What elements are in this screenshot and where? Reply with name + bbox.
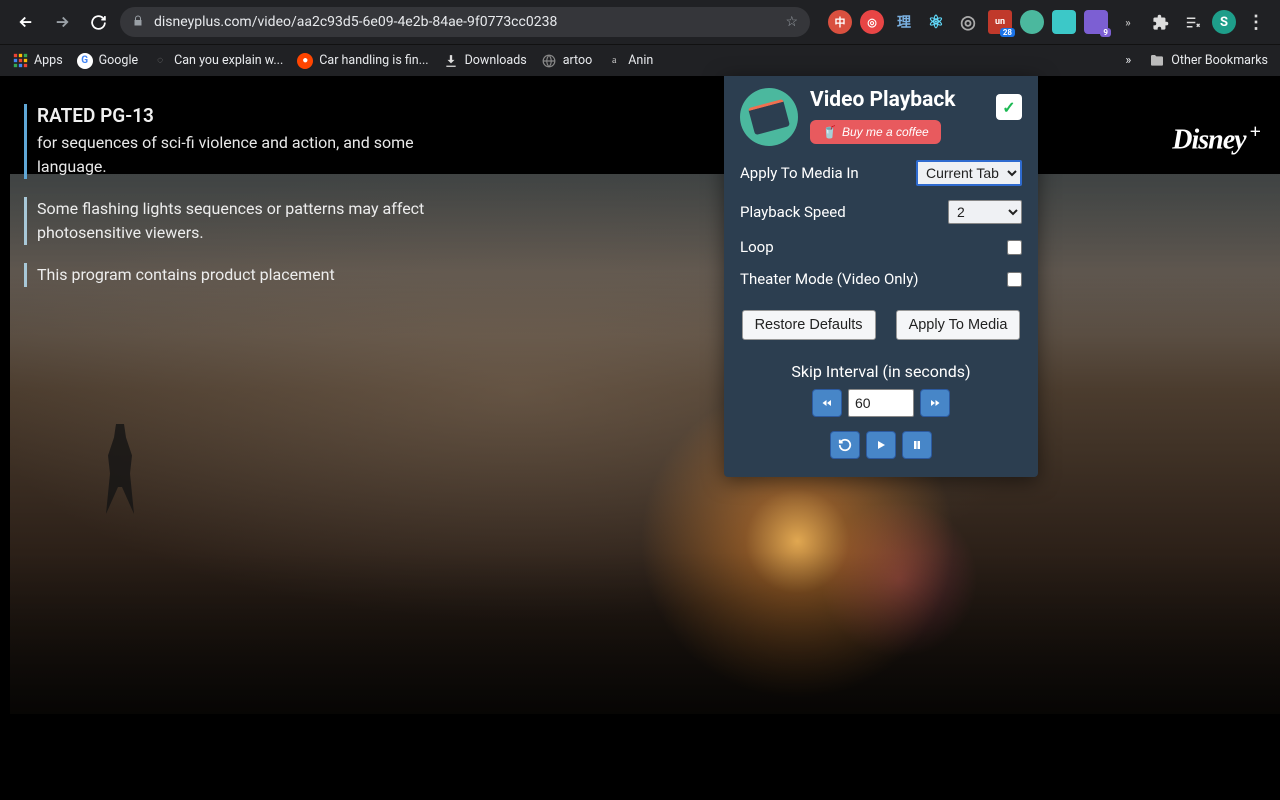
photosensitivity-warning: Some flashing lights sequences or patter… [24, 197, 464, 245]
popup-title: Video Playback [810, 88, 1022, 112]
video-playback-extension-icon[interactable] [1020, 10, 1044, 34]
speed-label: Playback Speed [740, 203, 846, 221]
extension-icon[interactable]: 9 [1084, 10, 1108, 34]
content-rating-overlay: RATED PG-13 for sequences of sci-fi viol… [24, 104, 464, 305]
other-bookmarks[interactable]: Other Bookmarks [1149, 53, 1268, 69]
bookmark-label: Car handling is fin... [319, 53, 428, 68]
bookmark-label: Apps [34, 53, 63, 68]
lock-icon [132, 15, 144, 30]
google-favicon: G [77, 53, 93, 69]
disney-plus-logo: Disney+ [1172, 121, 1260, 156]
skip-interval-label: Skip Interval (in seconds) [740, 362, 1022, 381]
forward-button[interactable] [48, 8, 76, 36]
restart-button[interactable] [830, 431, 860, 459]
extension-enabled-toggle[interactable]: ✓ [996, 94, 1022, 120]
coffee-icon: 🥤 [822, 125, 837, 139]
video-player-area[interactable]: RATED PG-13 for sequences of sci-fi viol… [0, 76, 1280, 800]
extension-logo [740, 88, 798, 146]
extension-icon[interactable]: un28 [988, 10, 1012, 34]
back-button[interactable] [12, 8, 40, 36]
bookmarks-bar: Apps G Google ◌ Can you explain w... ● C… [0, 44, 1280, 76]
profile-avatar[interactable]: S [1212, 10, 1236, 34]
pause-button[interactable] [902, 431, 932, 459]
skip-interval-input[interactable] [848, 389, 914, 417]
apps-shortcut[interactable]: Apps [12, 53, 63, 69]
extension-icon[interactable]: 理 [892, 10, 916, 34]
playback-speed-select[interactable]: 2 [948, 200, 1022, 224]
extension-icon[interactable]: ◎ [956, 10, 980, 34]
browser-toolbar: disneyplus.com/video/aa2c93d5-6e09-4e2b-… [0, 0, 1280, 44]
loop-label: Loop [740, 238, 774, 256]
bookmark-downloads[interactable]: Downloads [443, 53, 527, 69]
restore-defaults-button[interactable]: Restore Defaults [742, 310, 876, 340]
folder-icon [1149, 53, 1165, 69]
react-devtools-icon[interactable]: ⚛ [924, 10, 948, 34]
extension-icon[interactable]: 中 [828, 10, 852, 34]
bookmark-label: Can you explain w... [174, 53, 283, 68]
apps-grid-icon [12, 53, 28, 69]
loop-checkbox[interactable] [1007, 240, 1022, 255]
buy-coffee-button[interactable]: 🥤 Buy me a coffee [810, 120, 941, 144]
bookmark-artoo[interactable]: artoo [541, 53, 593, 69]
bookmark-label: Other Bookmarks [1171, 53, 1268, 68]
star-icon[interactable]: ☆ [785, 14, 798, 30]
bookmark-label: Anin [628, 53, 653, 68]
apply-to-label: Apply To Media In [740, 164, 859, 182]
extension-icon[interactable] [1052, 10, 1076, 34]
reload-button[interactable] [84, 8, 112, 36]
overflow-icon[interactable]: » [1116, 10, 1140, 34]
bookmark-label: Downloads [465, 53, 527, 68]
apply-to-media-button[interactable]: Apply To Media [896, 310, 1021, 340]
extension-icon[interactable]: ◎ [860, 10, 884, 34]
theater-mode-checkbox[interactable] [1007, 272, 1022, 287]
globe-favicon [541, 53, 557, 69]
bookmark-label: Google [99, 53, 138, 68]
menu-icon[interactable]: ⋮ [1244, 10, 1268, 34]
coffee-label: Buy me a coffee [842, 125, 929, 139]
media-control-icon[interactable] [1180, 10, 1204, 34]
bookmark-overflow[interactable]: » [1125, 53, 1131, 68]
url-text: disneyplus.com/video/aa2c93d5-6e09-4e2b-… [154, 14, 557, 30]
favicon: a [606, 53, 622, 69]
bookmark-reddit[interactable]: ● Car handling is fin... [297, 53, 428, 69]
rating-description: for sequences of sci-fi violence and act… [37, 131, 464, 179]
download-icon [443, 53, 459, 69]
apply-to-select[interactable]: Current Tab [916, 160, 1022, 186]
address-bar[interactable]: disneyplus.com/video/aa2c93d5-6e09-4e2b-… [120, 7, 810, 37]
video-playback-extension-popup: Video Playback 🥤 Buy me a coffee ✓ Apply… [724, 76, 1038, 477]
play-button[interactable] [866, 431, 896, 459]
bookmark-item[interactable]: a Anin [606, 53, 653, 69]
extension-icons: 中 ◎ 理 ⚛ ◎ un28 9 » S ⋮ [828, 10, 1268, 34]
extensions-puzzle-icon[interactable] [1148, 10, 1172, 34]
reddit-favicon: ● [297, 53, 313, 69]
rating-title: RATED PG-13 [37, 104, 464, 127]
theater-mode-label: Theater Mode (Video Only) [740, 270, 919, 288]
bookmark-item[interactable]: ◌ Can you explain w... [152, 53, 283, 69]
product-placement-notice: This program contains product placement [24, 263, 464, 287]
skip-forward-button[interactable] [920, 389, 950, 417]
skip-back-button[interactable] [812, 389, 842, 417]
bookmark-label: artoo [563, 53, 593, 68]
figure-silhouette [100, 424, 140, 514]
favicon: ◌ [152, 53, 168, 69]
bookmark-google[interactable]: G Google [77, 53, 138, 69]
